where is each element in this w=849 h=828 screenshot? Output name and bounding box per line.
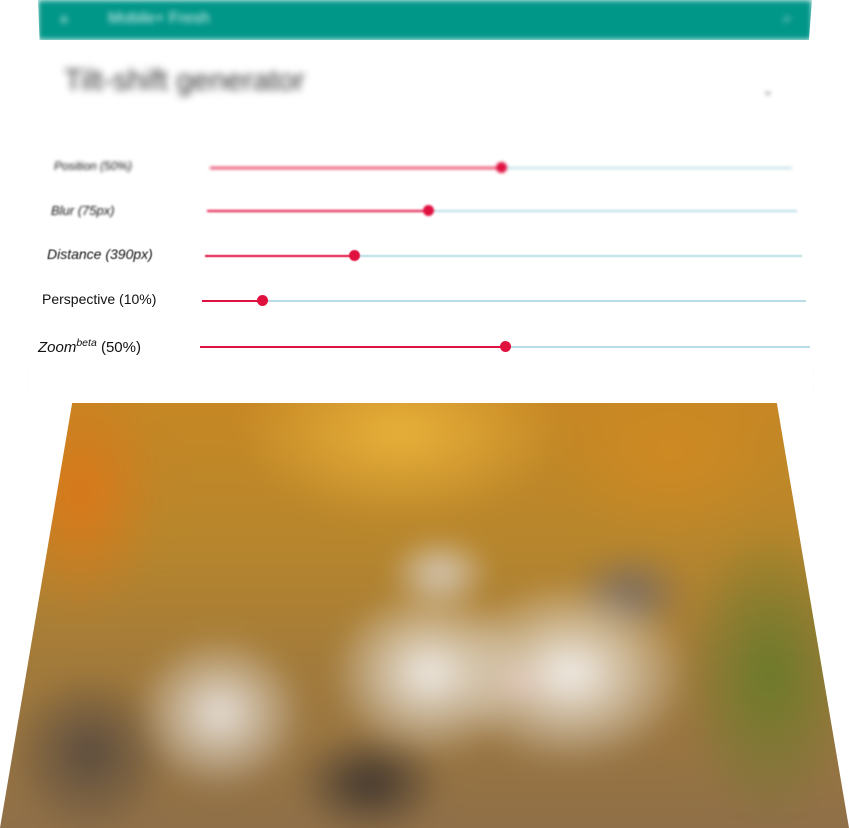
slider-label-position: Position (50%): [54, 159, 133, 173]
slider-fill: [202, 300, 262, 302]
slider-label-perspective: Perspective (10%): [42, 291, 157, 307]
search-icon[interactable]: ⌕: [783, 10, 792, 28]
beta-superscript: beta: [76, 337, 97, 349]
slider-fill: [200, 346, 505, 348]
slider-fill: [207, 210, 428, 212]
zoom-label-main: Zoom: [38, 339, 77, 356]
slider-fill: [205, 255, 354, 257]
slider-thumb[interactable]: [257, 295, 268, 306]
slider-perspective[interactable]: [202, 295, 806, 306]
kittens-photo: [0, 403, 849, 828]
slider-thumb[interactable]: [500, 341, 511, 352]
menu-icon[interactable]: ≡: [60, 12, 76, 26]
slider-thumb[interactable]: [496, 162, 507, 173]
slider-position[interactable]: [210, 162, 792, 173]
app-title: Mobile+ Fresh: [108, 10, 210, 27]
slider-fill: [210, 167, 501, 169]
page-title: Tilt-shift generator: [64, 64, 305, 97]
slider-label-distance: Distance (390px): [47, 246, 153, 262]
slider-blur[interactable]: [207, 205, 797, 216]
chevron-down-icon[interactable]: ⌄: [762, 82, 774, 99]
slider-distance[interactable]: [205, 250, 802, 261]
slider-label-zoom: Zoombeta (50%): [38, 337, 141, 356]
photo-image: [0, 403, 849, 828]
zoom-label-value: (50%): [96, 339, 141, 356]
app-bar: ≡ Mobile+ Fresh ⌕: [38, 0, 812, 40]
slider-thumb[interactable]: [423, 205, 434, 216]
slider-thumb[interactable]: [349, 250, 360, 261]
slider-label-blur: Blur (75px): [51, 203, 115, 218]
slider-zoom[interactable]: [200, 341, 810, 352]
